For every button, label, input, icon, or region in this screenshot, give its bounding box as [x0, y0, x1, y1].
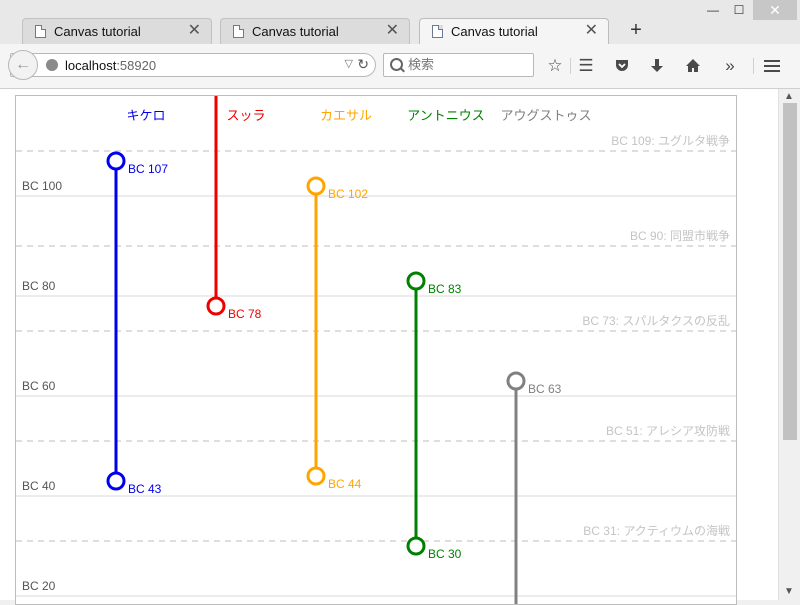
page-content: BC 100 BC 80 BC 60 BC 40 BC 20 BC 109: ユグルタ戦争…: [0, 89, 778, 605]
url-text[interactable]: localhost:58920: [65, 58, 156, 73]
tab-title: Canvas tutorial: [54, 24, 141, 39]
download-icon[interactable]: [645, 54, 669, 78]
pocket-icon[interactable]: [610, 54, 634, 78]
toolbar-separator: [570, 58, 571, 74]
nav-toolbar: ← localhost:58920 ▽ ↻ ☆ ☰ »: [0, 44, 800, 89]
page-icon: [35, 25, 46, 38]
back-arrow-icon[interactable]: ←: [8, 50, 38, 80]
timeline-canvas: BC 100 BC 80 BC 60 BC 40 BC 20 BC 109: ユグルタ戦争…: [15, 95, 737, 605]
history-dropdown-icon[interactable]: ▽: [345, 57, 353, 70]
birth-label: BC 83: [428, 282, 462, 296]
page-icon: [233, 25, 244, 38]
toolbar-separator: [753, 58, 754, 74]
maximize-button[interactable]: ☐: [726, 0, 752, 20]
search-icon: [390, 58, 403, 71]
y-tick-label: BC 40: [22, 479, 56, 493]
death-marker: [406, 536, 426, 556]
new-tab-button[interactable]: +: [626, 18, 646, 42]
url-host: localhost: [65, 58, 117, 73]
scroll-down-arrow-icon[interactable]: ▼: [784, 586, 794, 597]
reading-list-icon[interactable]: ☰: [574, 54, 598, 78]
search-input[interactable]: [408, 56, 526, 73]
series-name-label: スッラ: [226, 108, 265, 123]
birth-marker: [106, 151, 126, 171]
death-marker: [206, 296, 226, 316]
birth-marker: [506, 371, 526, 391]
birth-label: BC 63: [528, 382, 562, 396]
bookmark-star-icon[interactable]: ☆: [543, 54, 567, 78]
timeline-chart: BC 100 BC 80 BC 60 BC 40 BC 20 BC 109: ユグルタ戦争…: [16, 96, 736, 604]
y-tick-label: BC 20: [22, 579, 56, 593]
death-label: BC 43: [128, 482, 162, 496]
birth-label: BC 102: [328, 187, 368, 201]
hamburger-menu-icon[interactable]: [760, 54, 784, 78]
y-tick-label: BC 100: [22, 179, 62, 193]
tab-close-icon[interactable]: ✕: [585, 22, 598, 40]
tab-title: Canvas tutorial: [451, 24, 538, 39]
scrollbar-thumb[interactable]: [783, 103, 797, 440]
event-label: BC 90: 同盟市戦争: [630, 228, 730, 243]
window-close-button[interactable]: ✕: [753, 0, 797, 20]
series-name-label: アウグストゥス: [500, 108, 591, 123]
tab-2[interactable]: Canvas tutorial ✕: [220, 18, 410, 44]
reload-icon[interactable]: ↻: [357, 56, 369, 73]
url-bar[interactable]: ← localhost:58920 ▽ ↻: [8, 50, 376, 80]
series-name-label: キケロ: [126, 108, 165, 123]
url-port: :58920: [116, 58, 157, 73]
birth-marker: [406, 271, 426, 291]
birth-marker: [306, 176, 326, 196]
death-marker: [106, 471, 126, 491]
search-box[interactable]: [383, 53, 534, 77]
death-label: BC 30: [428, 547, 462, 561]
tab-title: Canvas tutorial: [252, 24, 339, 39]
death-label: BC 78: [228, 307, 262, 321]
y-tick-label: BC 60: [22, 379, 56, 393]
page-icon: [432, 25, 443, 38]
minimize-button[interactable]: —: [700, 0, 726, 20]
y-tick-label: BC 80: [22, 279, 56, 293]
home-icon[interactable]: [681, 54, 705, 78]
tab-strip: Canvas tutorial ✕ Canvas tutorial ✕ Canv…: [0, 0, 800, 44]
tab-close-icon[interactable]: ✕: [188, 22, 201, 40]
event-label: BC 31: アクティウムの海戦: [583, 523, 730, 538]
tab-3-active[interactable]: Canvas tutorial ✕: [419, 18, 609, 44]
death-marker: [306, 466, 326, 486]
event-label: BC 109: ユグルタ戦争: [611, 134, 730, 148]
event-label: BC 51: アレシア攻防戦: [606, 423, 730, 438]
vertical-scrollbar[interactable]: ▲ ▼: [778, 89, 800, 600]
scroll-up-arrow-icon[interactable]: ▲: [784, 91, 794, 102]
event-label: BC 73: スパルタクスの反乱: [582, 314, 730, 328]
tab-close-icon[interactable]: ✕: [386, 22, 399, 40]
birth-label: BC 107: [128, 162, 168, 176]
series-name-label: アントニウス: [407, 108, 484, 123]
globe-icon: [46, 59, 58, 71]
death-label: BC 44: [328, 477, 362, 491]
overflow-chevron-icon[interactable]: »: [718, 54, 742, 78]
tab-1[interactable]: Canvas tutorial ✕: [22, 18, 212, 44]
series-name-label: カエサル: [320, 108, 372, 123]
